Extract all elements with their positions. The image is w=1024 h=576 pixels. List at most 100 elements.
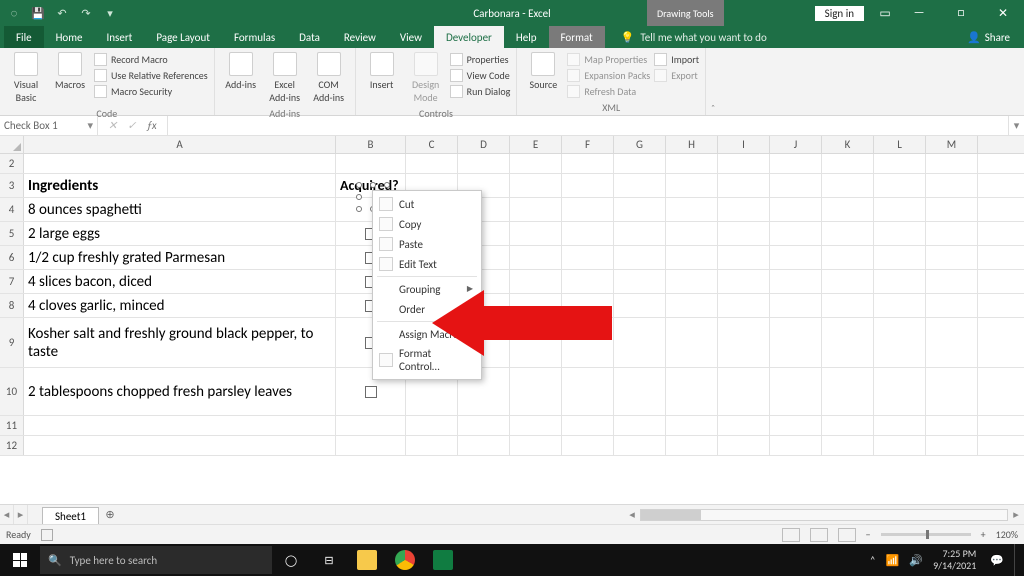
select-all-button[interactable] <box>0 136 24 153</box>
cell-E7[interactable] <box>510 270 562 293</box>
macro-security-button[interactable]: Macro Security <box>94 84 208 99</box>
form-checkbox[interactable] <box>365 386 377 398</box>
cell-I5[interactable] <box>718 222 770 245</box>
cell-M4[interactable] <box>926 198 978 221</box>
cell-J11[interactable] <box>770 416 822 435</box>
cell-L10[interactable] <box>874 368 926 415</box>
sign-in-button[interactable]: Sign in <box>815 6 864 21</box>
properties-button[interactable]: Properties <box>450 52 511 67</box>
column-header-B[interactable]: B <box>336 136 406 153</box>
column-header-J[interactable]: J <box>770 136 822 153</box>
cell-J9[interactable] <box>770 318 822 367</box>
cell-K5[interactable] <box>822 222 874 245</box>
task-view-button[interactable]: ⊟ <box>310 544 348 576</box>
redo-icon[interactable]: ↷ <box>78 5 94 21</box>
notifications-icon[interactable]: 💬 <box>990 554 1004 567</box>
cell-M7[interactable] <box>926 270 978 293</box>
run-dialog-button[interactable]: Run Dialog <box>450 84 511 99</box>
cell-F10[interactable] <box>562 368 614 415</box>
undo-icon[interactable]: ↶ <box>54 5 70 21</box>
tab-developer[interactable]: Developer <box>434 26 504 48</box>
cell-F3[interactable] <box>562 174 614 197</box>
cell-C11[interactable] <box>406 416 458 435</box>
cell-G12[interactable] <box>614 436 666 455</box>
tray-chevron-icon[interactable]: ˄ <box>870 554 876 567</box>
tab-page-layout[interactable]: Page Layout <box>144 26 222 48</box>
tab-review[interactable]: Review <box>332 26 388 48</box>
tab-data[interactable]: Data <box>287 26 332 48</box>
macros-button[interactable]: Macros <box>50 50 90 93</box>
cell-J12[interactable] <box>770 436 822 455</box>
tab-home[interactable]: Home <box>44 26 95 48</box>
macro-record-icon[interactable] <box>41 529 53 541</box>
cell-I6[interactable] <box>718 246 770 269</box>
show-desktop-button[interactable] <box>1014 544 1020 576</box>
cell-E6[interactable] <box>510 246 562 269</box>
cell-F11[interactable] <box>562 416 614 435</box>
cell-E5[interactable] <box>510 222 562 245</box>
save-icon[interactable]: 💾 <box>30 5 46 21</box>
column-header-M[interactable]: M <box>926 136 978 153</box>
row-header-3[interactable]: 3 <box>0 174 24 197</box>
cell-L11[interactable] <box>874 416 926 435</box>
tell-me-search[interactable]: 💡 Tell me what you want to do <box>605 26 767 48</box>
horizontal-scrollbar[interactable]: ◂ ▸ <box>624 505 1024 524</box>
cell-A12[interactable] <box>24 436 336 455</box>
cell-E12[interactable] <box>510 436 562 455</box>
menu-cut[interactable]: Cut <box>373 194 481 214</box>
cell-I12[interactable] <box>718 436 770 455</box>
new-sheet-button[interactable]: ⊕ <box>99 505 121 524</box>
cell-A6[interactable]: 1/2 cup freshly grated Parmesan <box>24 246 336 269</box>
share-button[interactable]: 👤 Share <box>953 26 1024 48</box>
cell-L5[interactable] <box>874 222 926 245</box>
column-header-E[interactable]: E <box>510 136 562 153</box>
cell-G2[interactable] <box>614 154 666 173</box>
view-code-button[interactable]: View Code <box>450 68 511 83</box>
cell-K10[interactable] <box>822 368 874 415</box>
map-properties-button[interactable]: Map Properties <box>567 52 650 67</box>
formula-input[interactable] <box>168 116 1008 135</box>
cell-F5[interactable] <box>562 222 614 245</box>
cell-E10[interactable] <box>510 368 562 415</box>
design-mode-button[interactable]: Design Mode <box>406 50 446 106</box>
cell-M2[interactable] <box>926 154 978 173</box>
cell-J7[interactable] <box>770 270 822 293</box>
minimize-button[interactable]: — <box>898 0 940 26</box>
cell-K12[interactable] <box>822 436 874 455</box>
use-relative-button[interactable]: Use Relative References <box>94 68 208 83</box>
cell-K9[interactable] <box>822 318 874 367</box>
visual-basic-button[interactable]: Visual Basic <box>6 50 46 106</box>
collapse-ribbon-icon[interactable]: ˆ <box>706 102 720 115</box>
row-header-9[interactable]: 9 <box>0 318 24 367</box>
cell-L3[interactable] <box>874 174 926 197</box>
cell-G10[interactable] <box>614 368 666 415</box>
cell-L2[interactable] <box>874 154 926 173</box>
cell-B12[interactable] <box>336 436 406 455</box>
view-normal-button[interactable] <box>782 528 800 542</box>
view-page-layout-button[interactable] <box>810 528 828 542</box>
cell-M9[interactable] <box>926 318 978 367</box>
cell-A9[interactable]: Kosher salt and freshly ground black pep… <box>24 318 336 367</box>
expand-formula-bar-icon[interactable]: ▾ <box>1008 116 1024 135</box>
autosave-toggle[interactable]: ◌ <box>6 5 22 21</box>
cell-K2[interactable] <box>822 154 874 173</box>
cell-G4[interactable] <box>614 198 666 221</box>
cell-J2[interactable] <box>770 154 822 173</box>
row-header-10[interactable]: 10 <box>0 368 24 415</box>
cell-H8[interactable] <box>666 294 718 317</box>
row-header-5[interactable]: 5 <box>0 222 24 245</box>
ribbon-options-icon[interactable]: ▭ <box>872 6 898 21</box>
xml-import-button[interactable]: Import <box>654 52 699 67</box>
maximize-button[interactable]: □ <box>940 0 982 26</box>
expansion-packs-button[interactable]: Expansion Packs <box>567 68 650 83</box>
cell-H6[interactable] <box>666 246 718 269</box>
column-header-G[interactable]: G <box>614 136 666 153</box>
cell-H10[interactable] <box>666 368 718 415</box>
cell-C2[interactable] <box>406 154 458 173</box>
zoom-out-button[interactable]: − <box>866 528 871 541</box>
cell-G6[interactable] <box>614 246 666 269</box>
cell-J4[interactable] <box>770 198 822 221</box>
cell-A5[interactable]: 2 large eggs <box>24 222 336 245</box>
enter-formula-icon[interactable]: ✓ <box>127 119 136 132</box>
cancel-formula-icon[interactable]: ✕ <box>108 119 117 132</box>
